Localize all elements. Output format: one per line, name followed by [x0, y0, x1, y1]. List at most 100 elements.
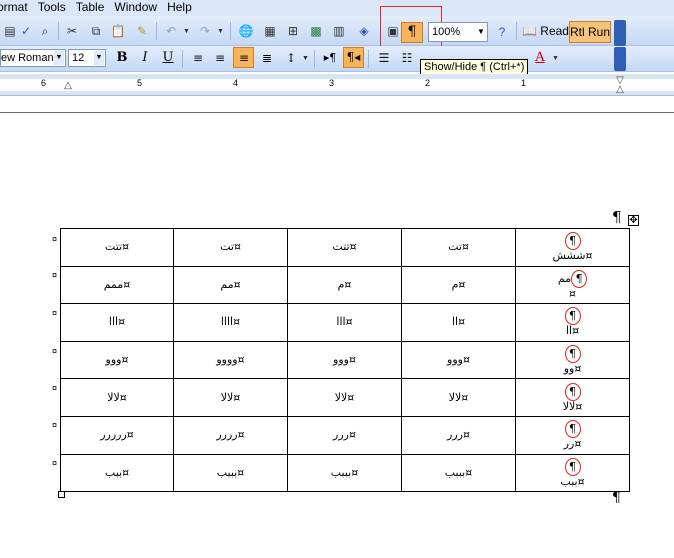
chevron-down-icon[interactable]: ▼ [54, 51, 64, 65]
copy-icon[interactable]: ⧉ [88, 23, 104, 39]
circled-paragraph-mark: ¶ [564, 420, 581, 439]
table-cell[interactable]: ¶ اا¤ [515, 303, 630, 342]
table-cell[interactable]: ﻻﻻ¤ [401, 378, 516, 417]
font-color-dropdown-icon[interactable]: ▼ [552, 55, 559, 62]
table-cell[interactable]: ررر¤ [401, 415, 516, 455]
table-cell[interactable]: تت¤ [401, 228, 516, 267]
table-cell[interactable]: ووو¤ [60, 340, 174, 380]
cell-text: وو¤ [563, 362, 582, 376]
format-painter-icon[interactable]: ✎ [134, 23, 150, 39]
table-cell[interactable]: ااا¤ [60, 303, 174, 342]
columns-icon[interactable]: ▥ [331, 23, 347, 39]
table-cell[interactable]: تت¤ [173, 228, 288, 267]
table-cell[interactable]: رررر¤ [173, 415, 288, 455]
table-cell[interactable]: مم ¶ ¤ [515, 265, 630, 305]
undo-dropdown-icon[interactable]: ▼ [183, 28, 190, 35]
redo-icon[interactable]: ↷ [197, 23, 213, 39]
table-resize-handle[interactable] [58, 491, 65, 498]
ruler-number: 5 [137, 78, 143, 88]
indent-marker-icon[interactable]: △ [60, 78, 76, 94]
undo-icon[interactable]: ↶ [163, 23, 179, 39]
paste-icon[interactable]: 📋 [110, 23, 126, 39]
table-cell[interactable]: ووو¤ [287, 340, 402, 380]
table-cell[interactable]: م¤ [287, 265, 402, 305]
numbering-icon[interactable]: ☰ [374, 49, 394, 67]
help-icon[interactable]: ? [494, 24, 510, 40]
table-cell[interactable]: تتت¤ [60, 228, 174, 267]
table-cell[interactable]: ووو¤ [401, 340, 516, 380]
table-cell[interactable]: بببب¤ [401, 453, 516, 493]
row-end-mark: ¤ [52, 458, 58, 468]
bold-button[interactable]: B [112, 49, 132, 67]
table-cell[interactable]: ¶ ششش¤ [515, 228, 630, 267]
spelling-icon[interactable]: ✓ [18, 23, 34, 39]
font-name-select[interactable]: ew Roman ▼ [0, 49, 66, 67]
table-cell[interactable]: م¤ [401, 265, 516, 305]
research-icon[interactable]: ⌕ [37, 23, 53, 39]
table-cell[interactable]: بببب¤ [173, 453, 288, 493]
insert-table-icon[interactable]: ⊞ [285, 23, 301, 39]
menu-table[interactable]: Table [76, 0, 115, 16]
redo-dropdown-icon[interactable]: ▼ [217, 28, 224, 35]
rtl-run-button[interactable]: Rtl Run [569, 21, 611, 43]
rtl-paragraph-button[interactable]: ¶◂ [343, 47, 364, 68]
ltr-paragraph-icon[interactable]: ▸¶ [320, 49, 340, 67]
table-cell[interactable]: بببب¤ [287, 453, 402, 493]
table-cell[interactable]: تتت¤ [287, 228, 402, 267]
indent-hourglass-icon[interactable]: ▽ △ [615, 76, 625, 95]
table-cell[interactable]: ممم¤ [60, 265, 174, 305]
table-cell[interactable]: ااا¤ [287, 303, 402, 342]
drawing-icon[interactable]: ◈ [356, 23, 372, 39]
cut-icon[interactable]: ✂ [64, 23, 80, 39]
table-cell[interactable]: اااا¤ [173, 303, 288, 342]
font-size-select[interactable]: 12 ▼ [68, 49, 106, 67]
table-cell[interactable]: ¶ وو¤ [515, 340, 630, 380]
table-cell[interactable]: ببب¤ [60, 453, 174, 493]
toolbar-options-button[interactable] [614, 47, 626, 71]
bullets-icon[interactable]: ☷ [397, 49, 417, 67]
print-preview-icon[interactable]: ▤ [2, 23, 18, 39]
hyperlink-icon[interactable]: 🌐 [238, 23, 254, 39]
circled-paragraph-mark: ¶ [564, 382, 581, 401]
table-cell[interactable]: ¶ ﻻﻻ¤ [515, 378, 630, 417]
menu-format[interactable]: ormat [0, 0, 38, 16]
table-cell[interactable]: ررر¤ [287, 415, 402, 455]
justify-icon[interactable]: ≣ [257, 49, 277, 67]
insert-excel-icon[interactable]: ▩ [308, 23, 324, 39]
toolbar-options-button[interactable] [614, 20, 626, 46]
table-cell[interactable]: ﻻﻻ¤ [60, 378, 174, 417]
underline-button[interactable]: U [158, 49, 178, 67]
menu-help[interactable]: Help [167, 0, 202, 16]
align-left-icon[interactable]: ≡ [188, 49, 208, 67]
line-spacing-icon[interactable]: ↕ [281, 49, 301, 67]
show-hide-button[interactable]: ¶ [401, 22, 423, 43]
table-cell[interactable]: اا¤ [401, 303, 516, 342]
cell-text: اااا¤ [220, 315, 241, 329]
table-cell[interactable]: ¶ ببب¤ [515, 453, 630, 493]
chevron-down-icon[interactable]: ▼ [94, 51, 104, 65]
horizontal-ruler[interactable]: 6 5 4 3 2 1 △ ▽ △ [0, 74, 674, 96]
align-right-button[interactable]: ≡ [233, 47, 254, 68]
table-move-handle-icon[interactable]: ✥ [628, 215, 639, 226]
read-button[interactable]: 📖 Read [522, 24, 569, 38]
table-cell[interactable]: مم¤ [173, 265, 288, 305]
table-cell[interactable]: وووو¤ [173, 340, 288, 380]
tables-borders-icon[interactable]: ▦ [262, 23, 278, 39]
table-row: ممم¤ مم¤ م¤ م¤ مم ¶ ¤ [60, 265, 630, 305]
ruler-number: 2 [425, 78, 431, 88]
align-center-icon[interactable]: ≡ [210, 49, 230, 67]
row-end-mark: ¤ [52, 346, 58, 356]
table-cell[interactable]: ﻻﻻ¤ [287, 378, 402, 417]
chevron-down-icon[interactable]: ▼ [476, 24, 486, 40]
menu-window[interactable]: Window [114, 0, 167, 16]
table-cell[interactable]: ﻻﻻ¤ [173, 378, 288, 417]
table-cell[interactable]: ررررر¤ [60, 415, 174, 455]
document-table[interactable]: تتت¤ تت¤ تتت¤ تت¤ ¶ ششش¤ ممم¤ مم¤ م¤ م¤ مم ¶ ¤ ااا¤ اا… [60, 228, 630, 493]
font-color-icon[interactable]: A [530, 49, 550, 67]
zoom-select[interactable]: 100% ▼ [428, 22, 488, 42]
italic-button[interactable]: I [135, 49, 155, 67]
cell-text: مم¤ [220, 277, 241, 291]
line-spacing-dropdown-icon[interactable]: ▼ [302, 55, 309, 62]
menu-tools[interactable]: Tools [38, 0, 76, 16]
table-cell[interactable]: ¶ رر¤ [515, 415, 630, 455]
